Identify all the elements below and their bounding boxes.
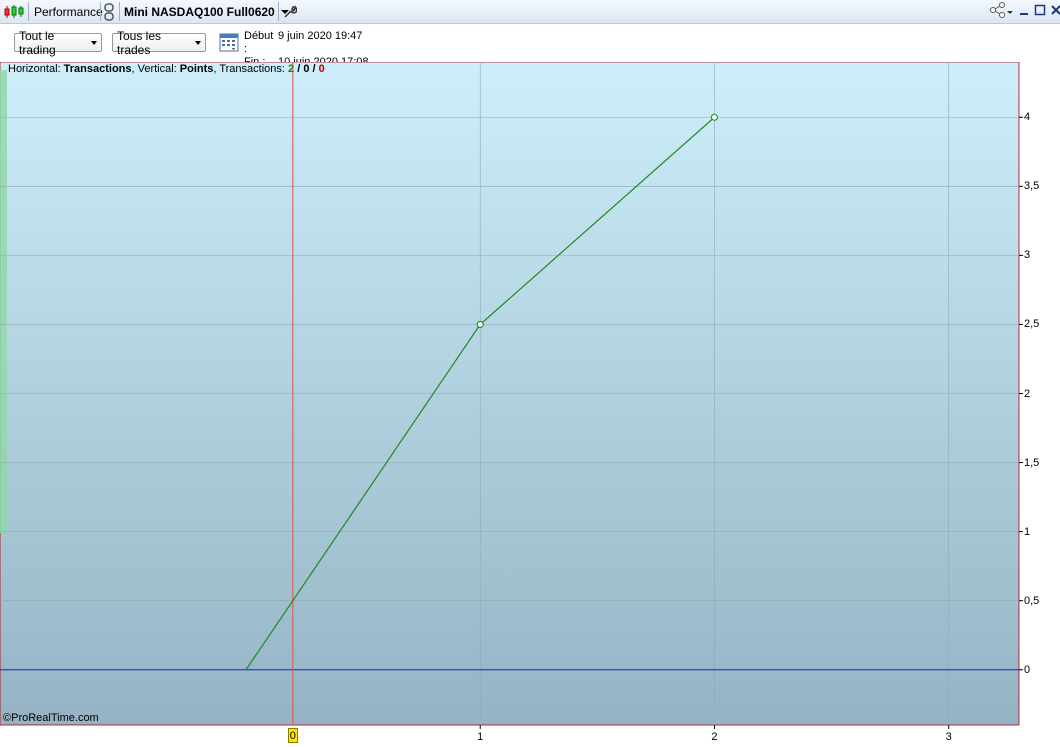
toolbar: Tout le trading Tous les trades Début : … <box>0 24 1060 68</box>
titlebar-separator <box>28 2 29 21</box>
horizontal-key: Horizontal: <box>8 63 64 75</box>
wrench-icon[interactable] <box>283 0 297 23</box>
y-tick-label: 3 <box>1024 249 1031 262</box>
window-titlebar: Performance Mini NASDAQ100 Full0620 <box>0 0 1060 24</box>
link-icon[interactable] <box>104 0 118 23</box>
horizontal-value: Transactions <box>63 63 132 75</box>
candlestick-icon[interactable] <box>3 0 25 23</box>
maximize-icon[interactable] <box>1034 4 1046 19</box>
data-point[interactable] <box>710 113 719 121</box>
watermark-text: ProRealTime.com <box>11 712 99 724</box>
count-separator: / <box>294 63 304 75</box>
trades-filter-dropdown[interactable]: Tous les trades <box>112 29 206 57</box>
y-tick-label: 0,5 <box>1024 594 1040 607</box>
y-tick-label: 3,5 <box>1024 180 1040 193</box>
trading-filter-dropdown[interactable]: Tout le trading <box>14 29 102 57</box>
y-tick-label: 0 <box>1024 663 1031 676</box>
y-tick-label: 1,5 <box>1024 456 1040 469</box>
calendar-icon[interactable] <box>219 32 239 52</box>
instrument-label: Mini NASDAQ100 Full0620 <box>124 4 275 19</box>
prorealtime-logo-icon: © <box>3 712 12 724</box>
watermark: ©ProRealTime.com <box>3 712 99 724</box>
chart-info-line: Horizontal: Transactions, Vertical: Poin… <box>8 63 325 75</box>
chart-canvas[interactable] <box>0 62 1060 747</box>
trades-filter-label: Tous les trades <box>117 28 162 57</box>
x-axis-panel <box>0 725 1060 747</box>
vertical-key: , Vertical: <box>131 63 180 75</box>
trading-filter-label: Tout le trading <box>19 28 56 57</box>
performance-label: Performance <box>34 4 103 19</box>
chevron-down-icon <box>91 40 97 45</box>
chevron-down-icon <box>195 40 201 45</box>
y-tick-label: 2,5 <box>1024 318 1040 331</box>
titlebar-separator <box>119 2 120 21</box>
x-tick-label: 2 <box>711 731 718 743</box>
performance-chart[interactable]: Horizontal: Transactions, Vertical: Poin… <box>0 62 1060 747</box>
count-separator: / <box>309 63 319 75</box>
y-tick-label: 4 <box>1024 111 1031 124</box>
x-tick-label: 1 <box>477 731 484 743</box>
instrument-selector[interactable]: Mini NASDAQ100 Full0620 <box>124 0 289 23</box>
start-date-key: Début : <box>244 30 274 55</box>
losing-count: 0 <box>318 63 325 75</box>
start-date-value: 9 juin 2020 19:47 <box>278 30 363 42</box>
titlebar-separator <box>100 2 101 21</box>
close-icon[interactable] <box>1050 4 1060 19</box>
y-tick-label: 1 <box>1024 525 1031 538</box>
y-tick-label: 2 <box>1024 387 1031 400</box>
minimize-icon[interactable] <box>1018 4 1030 19</box>
share-icon[interactable] <box>988 2 1014 21</box>
cursor-x-label: 0 <box>287 728 298 743</box>
titlebar-separator <box>278 2 279 21</box>
transactions-key: , Transactions: <box>213 63 289 75</box>
x-tick-label: 3 <box>945 731 952 743</box>
data-point[interactable] <box>476 320 484 328</box>
vertical-value: Points <box>179 63 214 75</box>
left-scroll-handle[interactable] <box>0 70 7 533</box>
